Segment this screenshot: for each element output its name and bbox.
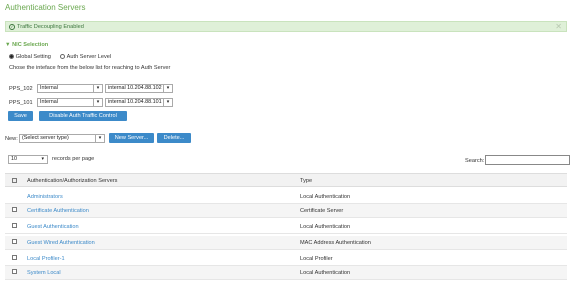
- table-row: Local Profiler-1 Local Profiler: [5, 252, 567, 266]
- nic-instruction: Chose the inteface from the below list f…: [9, 65, 171, 71]
- delete-button[interactable]: Delete...: [157, 133, 191, 143]
- chevron-down-icon: ▾: [163, 99, 172, 106]
- caret-down-icon: ▾: [41, 156, 44, 162]
- interface-select-value: Internal: [40, 99, 58, 105]
- chevron-down-icon: ▾: [95, 135, 104, 142]
- table-row: Guest Wired Authentication MAC Address A…: [5, 236, 567, 250]
- table-header: Authentication/Authorization Servers Typ…: [5, 173, 567, 187]
- row-checkbox[interactable]: [12, 207, 17, 212]
- server-link[interactable]: Local Profiler-1: [27, 256, 65, 262]
- row-checkbox[interactable]: [12, 223, 17, 228]
- interface-select[interactable]: Internal ▾: [37, 84, 103, 93]
- column-header-type[interactable]: Type: [300, 178, 312, 184]
- row-checkbox[interactable]: [12, 239, 17, 244]
- server-type: MAC Address Authentication: [300, 240, 371, 246]
- status-banner: ✓ Traffic Decoupling Enabled ✕: [5, 21, 567, 32]
- server-type: Local Authentication: [300, 224, 351, 230]
- check-circle-icon: ✓: [9, 23, 15, 30]
- records-per-page-value: 10: [11, 156, 17, 162]
- radio-global-setting[interactable]: Global Setting: [9, 54, 51, 60]
- column-header-server[interactable]: Authentication/Authorization Servers: [27, 178, 117, 184]
- page-title: Authentication Servers: [5, 3, 86, 12]
- server-link[interactable]: Guest Wired Authentication: [27, 240, 95, 246]
- new-server-button[interactable]: New Server...: [109, 133, 154, 143]
- disable-auth-traffic-button[interactable]: Disable Auth Traffic Control: [39, 111, 127, 121]
- nic-section-header: NIC Selection: [12, 42, 49, 48]
- table-row: System Local Local Authentication: [5, 266, 567, 280]
- close-icon[interactable]: ✕: [555, 22, 562, 31]
- server-type-select-value: (Select server type): [22, 135, 69, 141]
- server-type: Local Authentication: [300, 270, 351, 276]
- server-link[interactable]: Administrators: [27, 194, 63, 200]
- server-type-select[interactable]: (Select server type) ▾: [19, 134, 105, 143]
- node-label: PPS_102: [9, 86, 33, 92]
- address-select[interactable]: internal 10.204.88.102 ▾: [105, 84, 173, 93]
- search-input[interactable]: [485, 155, 570, 165]
- banner-message: Traffic Decoupling Enabled: [17, 23, 84, 30]
- interface-select[interactable]: Internal ▾: [37, 98, 103, 107]
- server-type: Local Profiler: [300, 256, 333, 262]
- table-row: Administrators Local Authentication: [5, 190, 567, 204]
- chevron-down-icon: ▾: [93, 85, 102, 92]
- nic-section-toggle[interactable]: ▼ NIC Selection: [5, 42, 48, 48]
- chevron-down-icon: ▾: [93, 99, 102, 106]
- radio-auth-label: Auth Server Level: [66, 54, 112, 61]
- radio-icon[interactable]: [9, 54, 14, 59]
- row-checkbox[interactable]: [12, 269, 17, 274]
- chevron-down-icon: ▾: [163, 85, 172, 92]
- search-label: Search:: [465, 158, 485, 164]
- table-row: Guest Authentication Local Authenticatio…: [5, 220, 567, 234]
- records-per-page-select[interactable]: 10 ▾: [8, 155, 48, 164]
- new-label: New:: [5, 136, 18, 142]
- server-link[interactable]: Certificate Authentication: [27, 208, 89, 214]
- radio-icon[interactable]: [60, 54, 65, 59]
- server-link[interactable]: Guest Authentication: [27, 224, 79, 230]
- address-select-value: internal 10.204.88.101: [108, 99, 162, 105]
- select-all-checkbox[interactable]: [12, 178, 17, 183]
- server-link[interactable]: System Local: [27, 270, 61, 276]
- interface-select-value: Internal: [40, 85, 58, 91]
- save-button[interactable]: Save: [8, 111, 33, 121]
- radio-global-label: Global Setting: [15, 54, 51, 61]
- radio-auth-server-level[interactable]: Auth Server Level: [60, 54, 111, 60]
- table-row: Certificate Authentication Certificate S…: [5, 204, 567, 218]
- address-select[interactable]: internal 10.204.88.101 ▾: [105, 98, 173, 107]
- server-type: Local Authentication: [300, 194, 351, 200]
- address-select-value: internal 10.204.88.102: [108, 85, 162, 91]
- records-per-page-label: records per page: [52, 156, 95, 162]
- row-checkbox[interactable]: [12, 255, 17, 260]
- server-type: Certificate Server: [300, 208, 344, 214]
- node-label: PPS_101: [9, 100, 33, 106]
